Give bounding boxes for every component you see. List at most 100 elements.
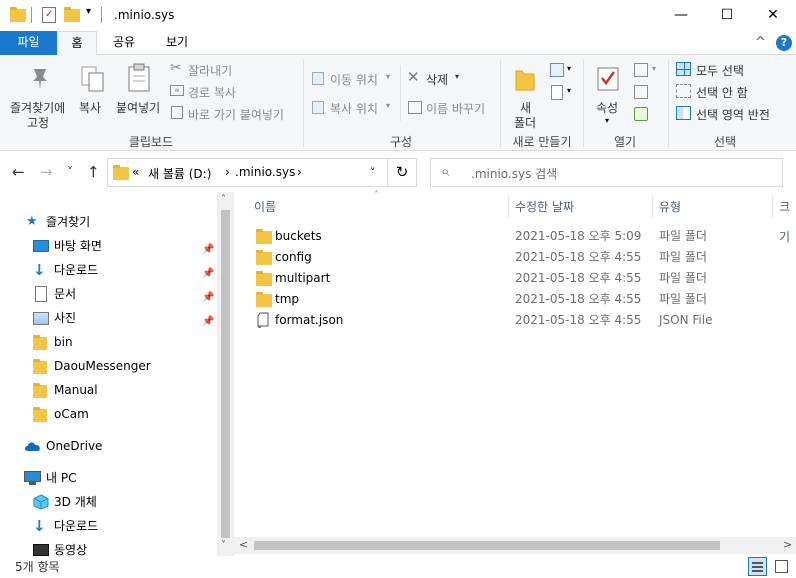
easy-access-button[interactable]: ▾ [548,83,576,103]
address-dropdown-icon[interactable]: ˅ [370,166,376,179]
column-header-name[interactable]: 이름 [254,192,276,220]
file-date: 2021-05-18 오후 4:55 [515,313,642,327]
nav-label: 즐겨찾기 [46,215,91,229]
nav-scrollbar[interactable]: ˄ ˅ [217,192,234,556]
new-item-button[interactable]: ▾ [548,61,576,81]
up-button[interactable]: ↑ [87,163,100,181]
maximize-button[interactable]: ☐ [704,0,750,31]
cut-button[interactable]: ✂ 잘라내기 [168,60,298,78]
column-divider[interactable] [772,196,773,218]
nav-quick-access[interactable]: ★ 즐겨찾기 [0,211,216,233]
tab-view[interactable]: 보기 [155,31,199,55]
select-none-button[interactable]: 선택 안 함 [674,82,792,100]
nav-item-downloads[interactable]: ↓ 다운로드 📌 [0,259,216,281]
invert-selection-button[interactable]: 선택 영역 반전 [674,104,792,122]
search-input[interactable]: .minio.sys 검색 [471,165,557,182]
paste-shortcut-button[interactable]: 바로 가기 붙여넣기 [168,104,298,122]
nav-item-bin[interactable]: bin [0,331,216,353]
tab-share[interactable]: 공유 [104,31,144,55]
open-button[interactable]: ▾ [632,61,662,81]
new-folder-qa-icon[interactable] [64,7,80,22]
breadcrumb-folder[interactable]: .minio.sys [235,165,295,179]
file-row-config[interactable]: config 2021-05-18 오후 4:55 파일 폴더 [234,247,796,268]
pin-icon: 📌 [202,316,215,327]
recent-locations-dropdown[interactable]: ˅ [67,165,73,179]
nav-item-documents[interactable]: 문서 📌 [0,283,216,305]
file-row-buckets[interactable]: buckets 2021-05-18 오후 5:09 파일 폴더 [234,226,796,247]
nav-label: DaouMessenger [54,359,151,373]
history-button[interactable] [632,105,654,125]
nav-item-3d-objects[interactable]: 3D 개체 [0,491,216,513]
copy-path-button[interactable]: w 경로 복사 [168,82,298,100]
copy-button[interactable]: 복사 [76,57,110,131]
computer-icon [24,471,41,482]
desktop-icon [33,240,49,252]
breadcrumb-separator[interactable]: › [225,165,230,179]
rename-button[interactable]: 이름 바꾸기 [405,98,495,118]
nav-label: Manual [54,383,98,397]
scroll-right-button[interactable]: > [783,538,792,551]
scroll-up-button[interactable]: ˄ [221,194,226,205]
nav-item-daoumessenger[interactable]: DaouMessenger [0,355,216,377]
nav-item-videos[interactable]: 동영상 [0,539,216,556]
column-header-date[interactable]: 수정한 날짜 [515,192,574,220]
delete-button[interactable]: ✕ 삭제 ▾ [405,68,465,89]
customize-qa-dropdown-icon[interactable]: ▾ [86,6,91,17]
properties-qa-icon[interactable]: ✓ [42,7,56,23]
scroll-left-button[interactable]: < [239,538,248,551]
search-icon: ⌕ [441,162,450,180]
properties-dropdown-icon: ▾ [605,116,610,125]
copy-to-button[interactable]: 복사 위치 ▾ [310,98,396,118]
edit-button[interactable] [632,83,654,103]
file-row-tmp[interactable]: tmp 2021-05-18 오후 4:55 파일 폴더 [234,289,796,310]
column-header-size[interactable]: 크기 [779,192,796,244]
nav-item-desktop[interactable]: 바탕 화면 📌 [0,235,216,257]
column-divider[interactable] [508,196,509,218]
close-button[interactable]: ✕ [750,0,796,31]
properties-icon [597,67,619,91]
file-row-multipart[interactable]: multipart 2021-05-18 오후 4:55 파일 폴더 [234,268,796,289]
document-icon [35,286,47,302]
refresh-button[interactable]: ↻ [388,158,417,187]
select-all-button[interactable]: 모두 선택 [674,60,792,78]
file-date: 2021-05-18 오후 4:55 [515,271,642,285]
back-button[interactable]: ← [12,163,25,181]
download-arrow-icon: ↓ [33,261,46,279]
nav-item-pc-downloads[interactable]: ↓ 다운로드 [0,515,216,537]
horizontal-scroll-thumb[interactable] [254,541,720,550]
address-bar-row: ← → ˅ ↑ « 새 볼륨 (D:) › .minio.sys › ˅ ↻ ⌕… [0,152,796,192]
nav-this-pc[interactable]: 내 PC [0,467,216,489]
minimize-button[interactable]: — [658,0,704,31]
breadcrumb-separator[interactable]: › [297,165,302,179]
breadcrumb-drive[interactable]: 새 볼륨 (D:) [148,165,211,182]
details-view-button[interactable] [748,557,767,576]
search-box[interactable]: ⌕ .minio.sys 검색 [430,158,783,187]
pin-to-quick-access-button[interactable]: 즐겨찾기에 고정 [8,57,72,131]
nav-scroll-thumb[interactable] [221,210,230,538]
tab-file[interactable]: 파일 [0,31,57,55]
nav-item-pictures[interactable]: 사진 📌 [0,307,216,329]
collapse-ribbon-icon[interactable]: ^ [755,35,766,50]
folder-icon [256,229,272,244]
column-divider[interactable] [652,196,653,218]
easy-access-dropdown-icon: ▾ [567,86,572,95]
forward-button[interactable]: → [40,163,53,181]
nav-item-manual[interactable]: Manual [0,379,216,401]
file-date: 2021-05-18 오후 5:09 [515,229,642,243]
move-to-button[interactable]: 이동 위치 ▾ [310,69,396,89]
breadcrumb-overflow[interactable]: « [132,165,139,179]
address-box[interactable]: « 새 볼륨 (D:) › .minio.sys › ˅ [107,158,388,187]
column-header-type[interactable]: 유형 [659,192,681,220]
scroll-down-button[interactable]: ˅ [221,540,226,551]
large-icons-view-button[interactable] [772,557,791,576]
tab-home[interactable]: 홈 [57,31,97,56]
horizontal-scrollbar[interactable]: < > [234,537,796,554]
nav-item-ocam[interactable]: oCam [0,403,216,425]
nav-onedrive[interactable]: OneDrive [0,435,216,457]
new-folder-label-line2: 폴더 [514,116,537,130]
paste-button[interactable]: 붙여넣기 [114,57,164,131]
file-row-format-json[interactable]: format.json 2021-05-18 오후 4:55 JSON File [234,310,796,331]
properties-button[interactable]: 속성 ▾ [588,57,628,131]
new-folder-button[interactable]: 새 폴더 [505,57,543,131]
help-icon[interactable]: ? [776,35,792,51]
